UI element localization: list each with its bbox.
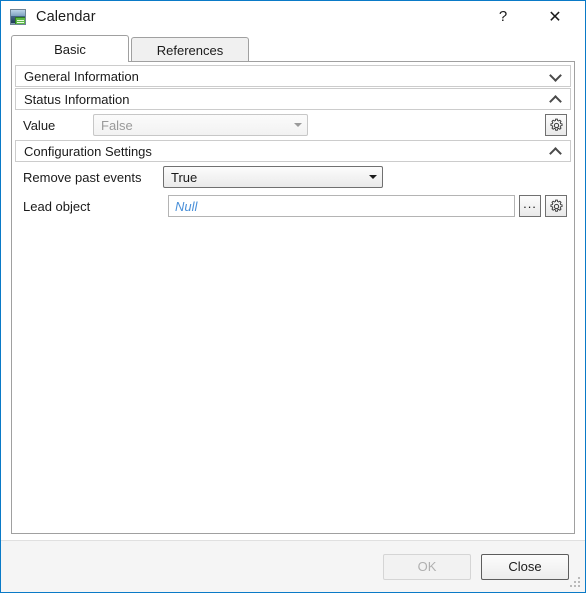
title-bar: Calendar ? ✕ [1,1,585,32]
field-row-value: Value False [13,111,573,139]
value-combobox-selected: False [101,117,133,133]
section-header-general-information[interactable]: General Information [15,65,571,87]
window-title: Calendar [36,8,96,25]
section-header-configuration-settings[interactable]: Configuration Settings [15,140,571,162]
remove-past-events-combobox[interactable]: True [163,166,383,188]
help-icon[interactable]: ? [481,1,525,32]
close-icon[interactable]: ✕ [533,1,577,32]
dialog-footer: OK Close [1,540,585,592]
chevron-down-icon[interactable] [289,123,307,127]
value-gear-icon-button[interactable] [545,114,567,136]
field-row-lead-object: Lead object Null ... [13,192,573,220]
label-lead-object: Lead object [23,198,91,214]
chevron-up-icon[interactable] [548,92,562,106]
label-remove-past-events: Remove past events [23,169,142,185]
tab-basic[interactable]: Basic [11,35,129,62]
lead-object-browse-button[interactable]: ... [519,195,541,217]
section-label-configuration-settings: Configuration Settings [24,143,152,159]
lead-object-input[interactable]: Null [168,195,515,217]
lead-object-gear-icon-button[interactable] [545,195,567,217]
chevron-down-icon[interactable] [548,69,562,83]
calendar-app-icon [10,8,26,25]
resize-grip-icon[interactable] [568,575,582,589]
close-button[interactable]: Close [481,553,569,580]
value-row-tools [541,114,567,136]
value-combobox[interactable]: False [93,114,308,136]
tab-basic-label: Basic [54,41,86,57]
tab-references[interactable]: References [131,37,249,62]
calendar-dialog-window: Calendar ? ✕ Basic References General In… [0,0,586,593]
tab-content-panel: General Information Status Information V… [11,61,575,534]
tab-strip: Basic References [1,32,585,62]
section-label-status-information: Status Information [24,91,130,107]
chevron-down-icon[interactable] [364,175,382,179]
remove-past-events-selected: True [171,169,198,185]
ok-button[interactable]: OK [383,553,471,580]
section-header-status-information[interactable]: Status Information [15,88,571,110]
field-row-remove-past-events: Remove past events True [13,163,573,191]
lead-object-placeholder: Null [175,198,198,214]
tab-references-label: References [156,42,224,58]
chevron-up-icon[interactable] [548,144,562,158]
section-label-general-information: General Information [24,68,139,84]
label-value: Value [23,117,56,133]
